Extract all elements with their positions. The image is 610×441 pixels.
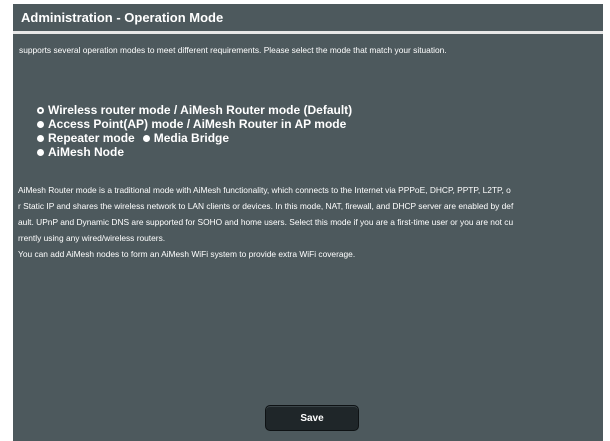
explanation-line: ault. UPnP and Dynamic DNS are supported… — [18, 217, 514, 227]
radio-icon[interactable] — [142, 134, 150, 142]
operation-mode-panel: Administration - Operation Mode supports… — [13, 4, 603, 441]
mode-option-label: Repeater mode — [48, 131, 135, 145]
explanation-line: AiMesh Router mode is a traditional mode… — [18, 185, 511, 195]
explanation-line: You can add AiMesh nodes to form an AiMe… — [18, 249, 356, 259]
mode-row: AiMesh Node — [37, 145, 352, 159]
explanation-line: rrently using any wired/wireless routers… — [18, 233, 166, 243]
mode-explanation: AiMesh Router mode is a traditional mode… — [18, 182, 598, 262]
save-button[interactable]: Save — [265, 405, 359, 431]
mode-option-label: Media Bridge — [153, 131, 230, 145]
radio-icon[interactable] — [37, 134, 44, 142]
radio-icon[interactable] — [37, 120, 44, 128]
mode-option-aimesh-node[interactable]: AiMesh Node — [37, 145, 124, 159]
mode-row: Wireless router mode / AiMesh Router mod… — [37, 103, 352, 117]
mode-option-label: Wireless router mode / AiMesh Router mod… — [48, 103, 353, 117]
mode-option-label: Access Point(AP) mode / AiMesh Router in… — [48, 117, 347, 131]
page-title: Administration - Operation Mode — [21, 10, 224, 25]
mode-option-access-point[interactable]: Access Point(AP) mode / AiMesh Router in… — [37, 117, 346, 131]
header-divider — [13, 31, 603, 34]
mode-row: Access Point(AP) mode / AiMesh Router in… — [37, 117, 352, 131]
mode-row: Repeater mode Media Bridge — [37, 131, 352, 145]
page-header: Administration - Operation Mode — [13, 4, 603, 30]
page-description: supports several operation modes to meet… — [19, 45, 447, 55]
explanation-line: r Static IP and shares the wireless netw… — [18, 201, 514, 211]
mode-option-label: AiMesh Node — [48, 145, 125, 159]
operation-mode-options: Wireless router mode / AiMesh Router mod… — [37, 103, 352, 159]
radio-icon[interactable] — [37, 148, 44, 156]
mode-option-repeater[interactable]: Repeater mode — [37, 131, 135, 145]
mode-option-media-bridge[interactable]: Media Bridge — [142, 131, 230, 145]
radio-selected-icon[interactable] — [37, 106, 44, 114]
mode-option-wireless-router[interactable]: Wireless router mode / AiMesh Router mod… — [37, 103, 352, 117]
